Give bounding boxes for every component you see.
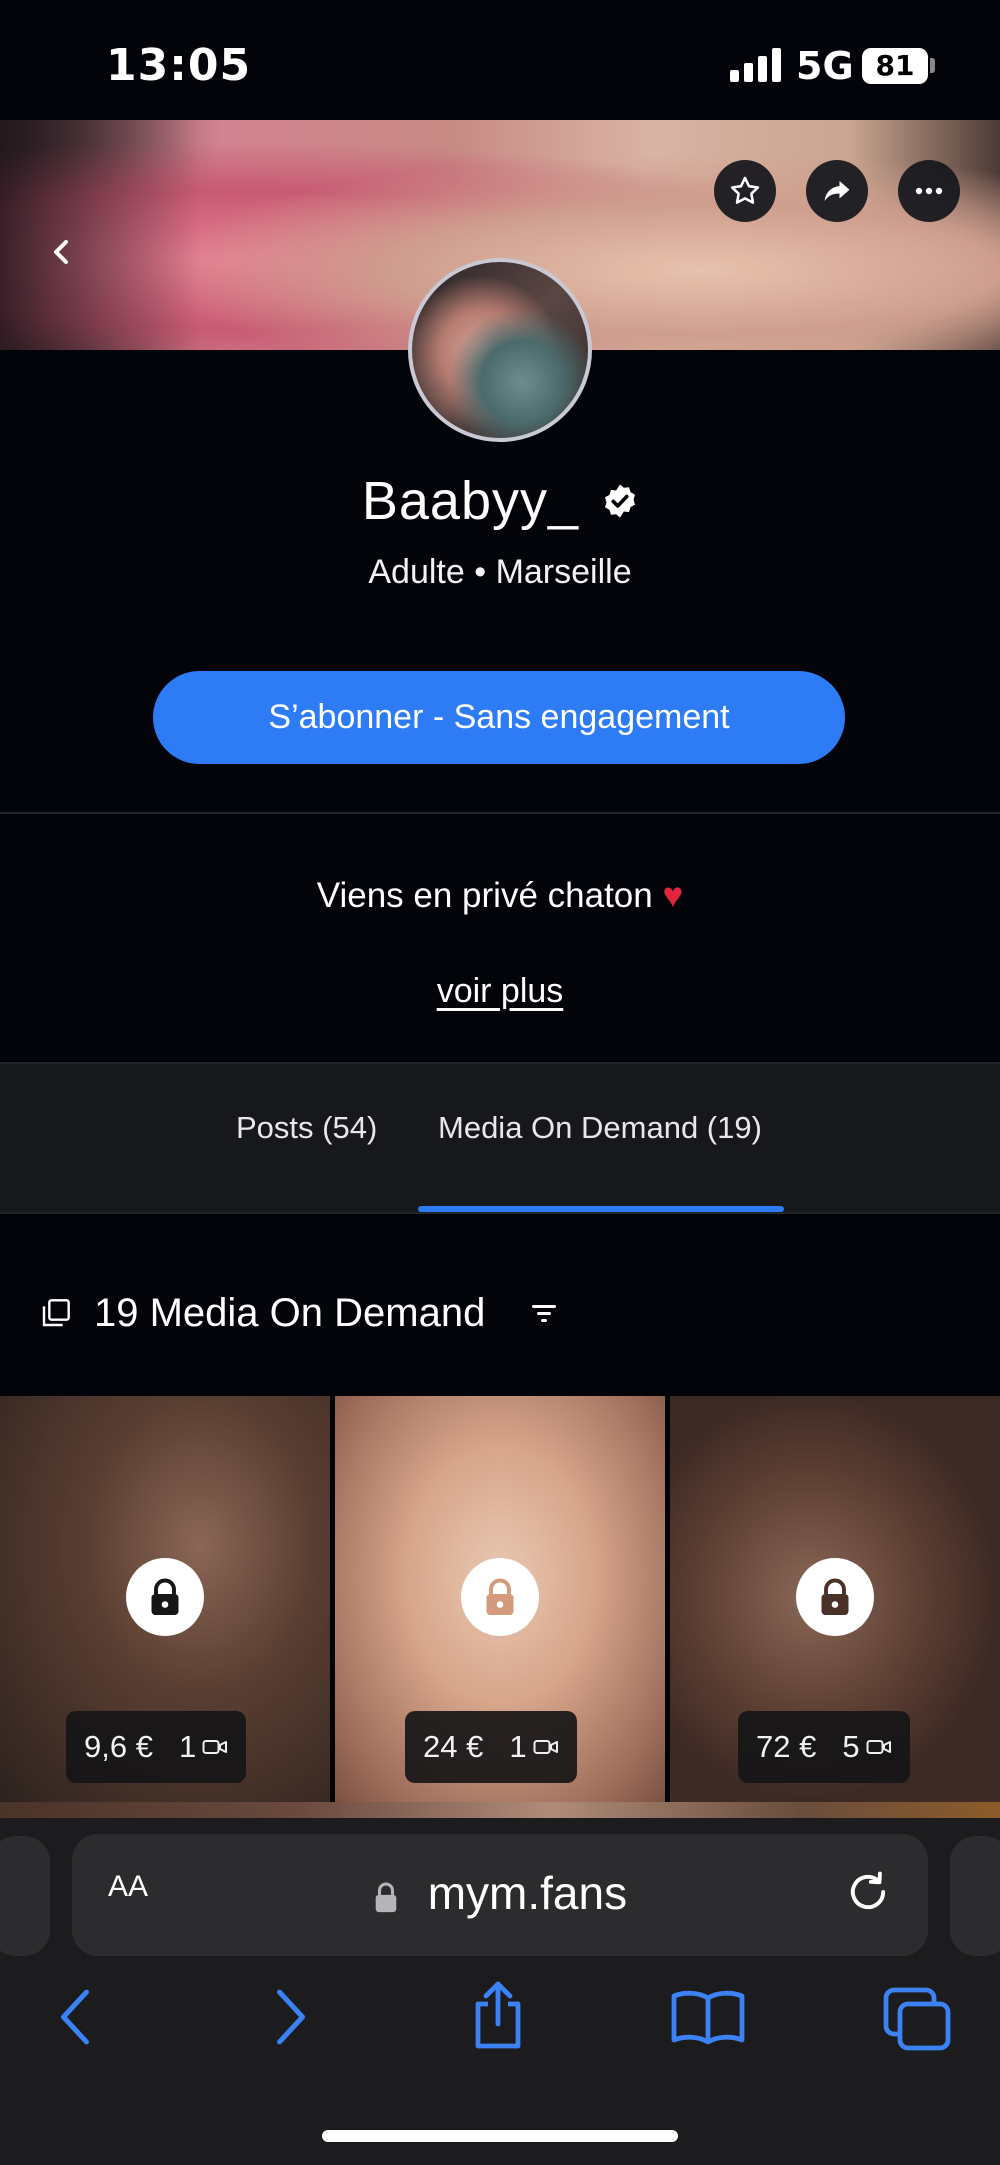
bookmarks-icon[interactable] (670, 1988, 746, 2046)
more-options-button[interactable] (898, 160, 960, 222)
battery-icon: 81 (862, 48, 928, 84)
media-count: 1 (178, 1729, 197, 1764)
media-row-next (0, 1802, 1000, 1818)
see-more-link[interactable]: voir plus (0, 972, 1000, 1011)
status-time: 13:05 (106, 40, 252, 91)
signal-icon (730, 48, 782, 82)
home-indicator (322, 2130, 678, 2142)
tabs-icon[interactable] (882, 1986, 952, 2052)
battery-tip (930, 58, 935, 73)
section-title: 19 Media On Demand (94, 1290, 486, 1335)
tab-media-on-demand[interactable]: Media On Demand (19) (438, 1110, 762, 1146)
price-tag: 24 € 1 (405, 1711, 577, 1783)
network-type: 5G (796, 44, 854, 88)
banner-shade (0, 120, 200, 350)
section-header: 19 Media On Demand (40, 1288, 559, 1338)
star-icon (730, 176, 760, 204)
back-button[interactable] (44, 234, 80, 270)
filter-icon[interactable] (529, 1300, 559, 1326)
verified-badge-icon (605, 484, 636, 518)
share-arrow-icon (824, 181, 850, 201)
browser-back-icon[interactable] (52, 1984, 98, 2050)
media-item[interactable]: 72 € 5 (670, 1396, 1000, 1802)
profile-bio: Viens en privé chaton ♥ (0, 876, 1000, 916)
lock-icon (796, 1558, 874, 1636)
price-tag: 72 € 5 (738, 1711, 910, 1783)
status-bar: 13:05 5G 81 (0, 0, 1000, 120)
chevron-left-icon (54, 240, 68, 264)
divider (0, 812, 1000, 814)
profile-subtitle: Adulte • Marseille (368, 553, 632, 591)
media-price: 24 € (423, 1729, 484, 1764)
browser-forward-icon[interactable] (268, 1984, 314, 2050)
media-count: 1 (509, 1729, 527, 1764)
media-price: 9,6 € (84, 1729, 153, 1764)
share-icon[interactable] (468, 1978, 528, 2052)
gallery-icon (42, 1299, 70, 1327)
lock-icon (375, 1882, 397, 1913)
subscribe-button[interactable]: S’abonner - Sans engagement (153, 671, 845, 764)
media-item[interactable]: 9,6 € 1 (0, 1396, 330, 1802)
avatar[interactable] (408, 258, 592, 442)
share-button[interactable] (806, 160, 868, 222)
bio-text: Viens en privé chaton (316, 876, 653, 915)
favorite-button[interactable] (714, 160, 776, 222)
divider (0, 1212, 1000, 1214)
tab-posts[interactable]: Posts (54) (236, 1110, 377, 1146)
profile-name: Baabyy_ (361, 471, 580, 531)
reload-icon[interactable] (842, 1866, 894, 1918)
profile-name-row: Baabyy_ (0, 470, 1000, 532)
heart-icon: ♥ (662, 876, 684, 915)
price-tag: 9,6 € 1 (66, 1711, 247, 1783)
video-icon (866, 1740, 891, 1754)
lock-icon (461, 1558, 539, 1636)
lock-icon (126, 1558, 204, 1636)
video-icon (533, 1740, 558, 1754)
media-price: 72 € (756, 1729, 817, 1764)
media-count: 5 (842, 1729, 860, 1764)
video-icon (202, 1740, 228, 1754)
media-item[interactable]: 24 € 1 (335, 1396, 665, 1802)
more-dots-icon (915, 187, 943, 195)
url-text: mym.fans (427, 1867, 628, 1919)
